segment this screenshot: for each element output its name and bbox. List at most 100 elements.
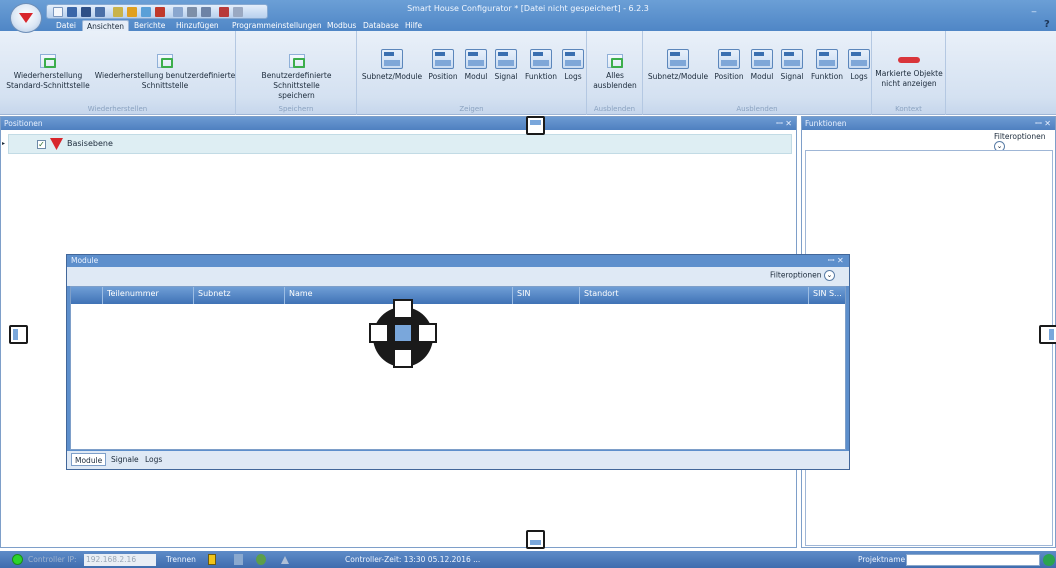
window-icon [530, 49, 552, 69]
hide-all-button[interactable]: Alles ausblenden [589, 54, 641, 91]
dock-guide-left-icon[interactable] [9, 325, 28, 344]
restore-standard-button[interactable]: Wiederherstellung Standard-Schnittstelle [2, 54, 94, 91]
dock-guide-bottom-icon[interactable] [526, 530, 545, 549]
connection-status-icon [12, 554, 23, 565]
column-name[interactable]: Name [289, 289, 313, 298]
dock-center-tab-icon[interactable] [393, 323, 413, 343]
project-name-input[interactable] [906, 554, 1040, 566]
window-icon [751, 49, 773, 69]
tab-modbus[interactable]: Modbus [323, 20, 360, 31]
tree-checkbox[interactable]: ✓ [37, 140, 46, 149]
hide-position-button[interactable]: Position [711, 49, 747, 82]
tab-database[interactable]: Database [359, 20, 403, 31]
button-label: Standard-Schnittstelle [6, 81, 90, 90]
filter-label: Filteroptionen [770, 270, 822, 280]
button-label: Benutzerdefinierte Schnittstelle [261, 71, 332, 90]
button-label: Markierte Objekte [875, 69, 943, 78]
dock-guide-right-icon[interactable] [1039, 325, 1056, 344]
column-separator [512, 287, 513, 304]
button-label: Funktion [524, 72, 558, 81]
show-position-button[interactable]: Position [425, 49, 461, 82]
show-logs-button[interactable]: Logs [561, 49, 585, 82]
disconnect-button[interactable]: Trennen [166, 555, 196, 564]
hide-all-icon [607, 54, 623, 68]
tab-logs[interactable]: Logs [142, 453, 165, 466]
hide-modul-button[interactable]: Modul [747, 49, 777, 82]
network-scan-icon[interactable] [256, 554, 266, 565]
button-label: Wiederherstellung benutzerdefinierte [94, 71, 236, 80]
column-separator [193, 287, 194, 304]
show-signal-button[interactable]: Signal [491, 49, 521, 82]
tab-programmeinstellungen[interactable]: Programmeinstellungen [228, 20, 326, 31]
show-subnet-button[interactable]: Subnetz/Module [359, 49, 425, 82]
tab-hilfe[interactable]: Hilfe [401, 20, 426, 31]
project-name-label: Projektname: [858, 555, 908, 564]
filter-label: Filteroptionen [994, 132, 1046, 141]
module-tab-strip [67, 451, 849, 469]
hide-marked-button[interactable]: Markierte Objekte nicht anzeigen [874, 49, 944, 89]
dock-center-top-icon[interactable] [393, 299, 413, 319]
group-label: Wiederherstellen [87, 105, 148, 113]
dock-center-right-icon[interactable] [417, 323, 437, 343]
tree-row-basisebene[interactable] [8, 134, 792, 154]
window-controls[interactable]: _ [1023, 3, 1045, 15]
window-icon [816, 49, 838, 69]
tab-module[interactable]: Module [71, 453, 107, 466]
module-filter-options[interactable]: Filteroptionen ⌄ [770, 270, 835, 281]
dock-center-left-icon[interactable] [369, 323, 389, 343]
funktionen-filter-options[interactable]: Filteroptionen ⌄ [994, 132, 1056, 152]
restore-icon [157, 54, 173, 68]
group-label: Kontext [895, 105, 922, 113]
reset-icon[interactable] [234, 554, 243, 565]
window-icon [381, 49, 403, 69]
window-icon [781, 49, 803, 69]
panel-pin-close-icon[interactable]: ꟷ ✕ [776, 117, 792, 130]
hide-logs-button[interactable]: Logs [847, 49, 871, 82]
dock-guide-top-icon[interactable] [526, 116, 545, 135]
controller-icon[interactable] [208, 554, 216, 565]
button-label: Alles [606, 71, 624, 80]
button-label: nicht anzeigen [881, 79, 937, 88]
module-filter-bar [67, 267, 849, 286]
dock-center-bottom-icon[interactable] [393, 348, 413, 368]
panel-pin-close-icon[interactable]: ꟷ ✕ [1035, 117, 1051, 130]
column-separator [102, 287, 103, 304]
column-teilenummer[interactable]: Teilenummer [107, 289, 159, 298]
button-label: Logs [564, 72, 582, 81]
window-icon [667, 49, 689, 69]
application-menu-button[interactable] [10, 3, 42, 33]
column-sin[interactable]: SIN [517, 289, 530, 298]
module-window-title[interactable]: Module [66, 254, 850, 267]
positions-panel-header: Positionen ꟷ ✕ [1, 117, 796, 130]
column-sin-s[interactable]: SIN S... [813, 289, 842, 298]
show-modul-button[interactable]: Modul [461, 49, 491, 82]
window-icon [432, 49, 454, 69]
button-label: ausblenden [593, 81, 637, 90]
column-standort[interactable]: Standort [584, 289, 619, 298]
tree-expand-icon[interactable]: ▸ [2, 140, 8, 147]
button-label: Logs [850, 72, 868, 81]
controller-ip-field[interactable]: 192.168.2.16 [84, 554, 156, 566]
save-custom-button[interactable]: Benutzerdefinierte Schnittstelle speiche… [238, 54, 355, 101]
chevron-down-icon[interactable]: ⌄ [823, 270, 835, 281]
tab-datei[interactable]: Datei [52, 20, 80, 31]
restore-custom-button[interactable]: Wiederherstellung benutzerdefinierte Sch… [94, 54, 236, 91]
help-icon[interactable]: ? [1044, 19, 1054, 31]
hide-funktion-button[interactable]: Funktion [807, 49, 847, 82]
show-funktion-button[interactable]: Funktion [521, 49, 561, 82]
tab-signale[interactable]: Signale [108, 453, 142, 466]
column-subnetz[interactable]: Subnetz [198, 289, 231, 298]
controller-ip-label: Controller IP: [28, 555, 77, 564]
hide-subnet-button[interactable]: Subnetz/Module [645, 49, 711, 82]
hide-signal-button[interactable]: Signal [777, 49, 807, 82]
column-separator [579, 287, 580, 304]
project-apply-icon[interactable] [1043, 554, 1055, 566]
button-label: Modul [750, 72, 774, 81]
window-icon [495, 49, 517, 69]
module-pin-close-icon[interactable]: ꟷ ✕ [828, 255, 844, 266]
tab-hinzufuegen[interactable]: Hinzufügen [172, 20, 223, 31]
window-icon [465, 49, 487, 69]
button-label: Wiederherstellung [13, 71, 83, 80]
tab-berichte[interactable]: Berichte [130, 20, 169, 31]
module-grid[interactable] [70, 286, 846, 450]
